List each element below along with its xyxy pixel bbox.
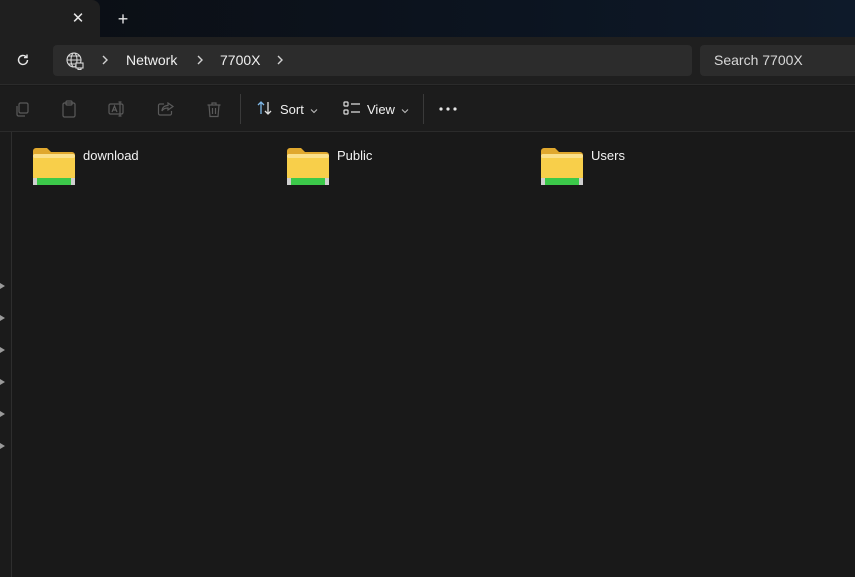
- breadcrumb-7700x[interactable]: 7700X: [220, 52, 260, 68]
- pin-icon: [0, 277, 6, 289]
- refresh-icon[interactable]: [12, 49, 34, 71]
- shared-folder-icon: [286, 145, 330, 187]
- shared-folder-icon: [540, 145, 584, 187]
- breadcrumb-network[interactable]: Network: [126, 52, 177, 68]
- divider: [423, 94, 424, 124]
- folder-item-download[interactable]: download: [32, 145, 139, 187]
- sort-button[interactable]: Sort: [256, 95, 318, 123]
- rename-icon[interactable]: [107, 99, 127, 119]
- chevron-down-icon: [401, 102, 409, 117]
- delete-icon[interactable]: [204, 99, 224, 119]
- navigation-pane[interactable]: [0, 132, 12, 577]
- search-input[interactable]: Search 7700X: [700, 45, 855, 76]
- sort-icon: [256, 100, 274, 119]
- tab-active[interactable]: ✕: [0, 0, 100, 37]
- folder-item-public[interactable]: Public: [286, 145, 372, 187]
- pin-icon: [0, 437, 6, 449]
- shared-folder-icon: [32, 145, 76, 187]
- chevron-right-icon[interactable]: [100, 53, 110, 67]
- share-icon[interactable]: [156, 99, 176, 119]
- divider: [240, 94, 241, 124]
- chevron-down-icon: [310, 102, 318, 117]
- view-button[interactable]: View: [343, 95, 409, 123]
- copy-icon[interactable]: [12, 99, 32, 119]
- paste-icon[interactable]: [59, 99, 79, 119]
- network-icon: [65, 51, 85, 71]
- title-bar: ✕ +: [0, 0, 855, 37]
- view-label: View: [367, 101, 395, 117]
- folder-name: Public: [337, 148, 373, 163]
- sort-label: Sort: [280, 101, 304, 117]
- chevron-right-icon[interactable]: [195, 53, 205, 67]
- command-bar: Sort View: [0, 86, 855, 132]
- pin-icon: [0, 373, 6, 385]
- folder-name: download: [83, 148, 139, 163]
- view-icon: [343, 100, 361, 119]
- pin-icon: [0, 341, 6, 353]
- chevron-right-icon[interactable]: [275, 53, 285, 67]
- search-placeholder: Search 7700X: [714, 52, 803, 68]
- new-tab-button[interactable]: +: [112, 8, 134, 30]
- navigation-bar: Network 7700X Search 7700X: [0, 37, 855, 85]
- folder-name: Users: [591, 148, 625, 163]
- pin-icon: [0, 405, 6, 417]
- folder-item-users[interactable]: Users: [540, 145, 625, 187]
- pin-icon: [0, 309, 6, 321]
- close-tab-icon[interactable]: ✕: [68, 8, 88, 28]
- address-bar[interactable]: Network 7700X: [53, 45, 692, 76]
- more-options-icon[interactable]: [436, 95, 460, 123]
